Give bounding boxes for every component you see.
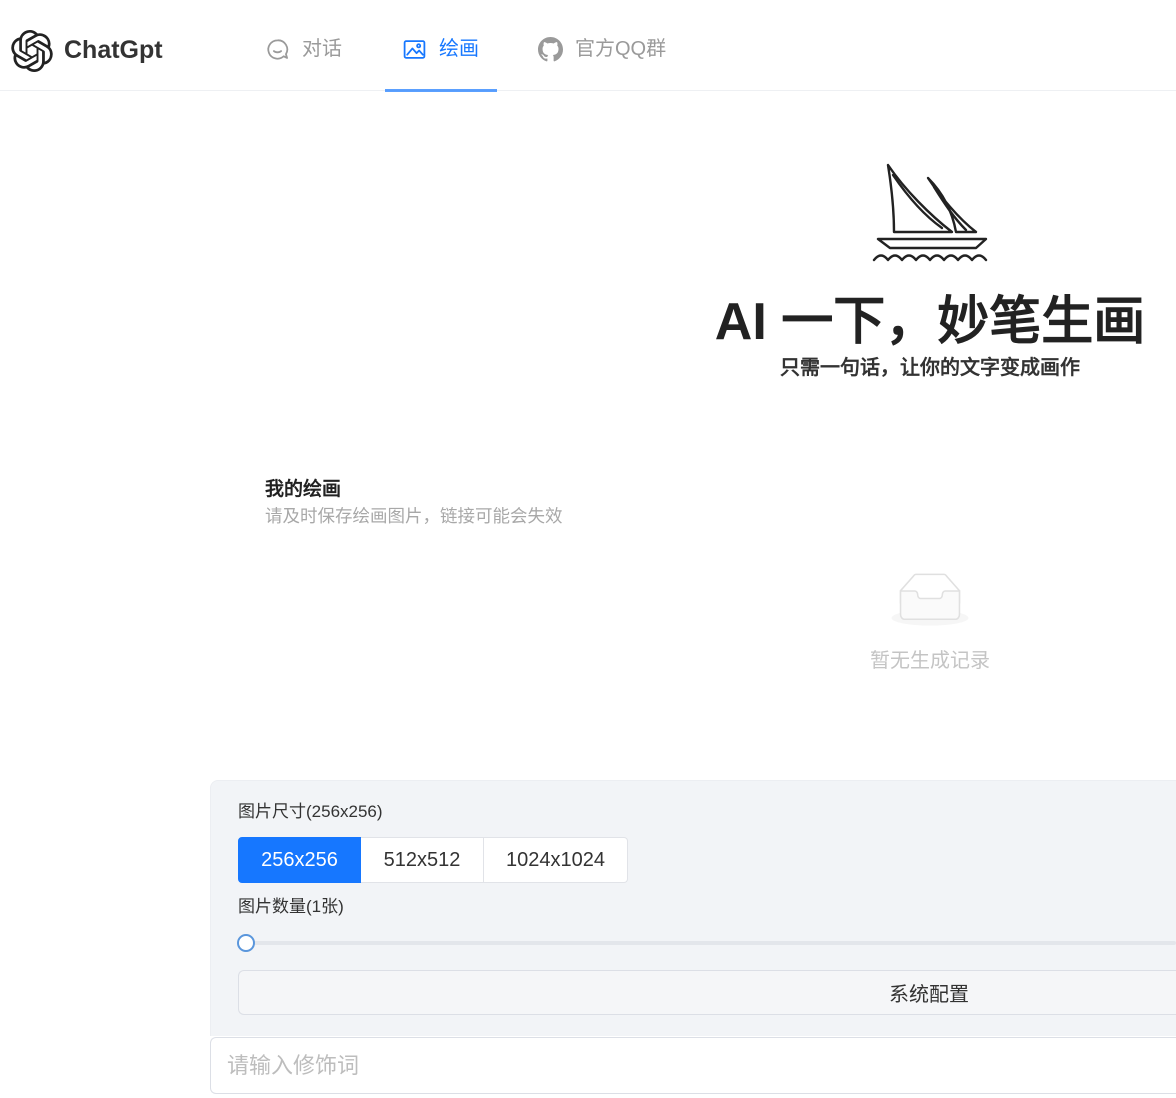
empty-state-text: 暂无生成记录 [870, 650, 990, 672]
count-slider-handle[interactable] [237, 934, 255, 952]
image-icon [402, 37, 427, 62]
image-size-label: 图片尺寸(256x256) [238, 802, 383, 821]
openai-logo-icon[interactable] [11, 30, 53, 72]
nav-tab-label: 官方QQ群 [575, 38, 667, 60]
top-header: ChatGpt 对话 绘画 官方QQ群 [0, 0, 1176, 92]
nav-tab-chat[interactable]: 对话 [265, 36, 342, 62]
inbox-icon [891, 573, 969, 626]
nav-tab-drawing[interactable]: 绘画 [402, 36, 479, 62]
hero-subtitle: 只需一句话，让你的文字变成画作 [780, 357, 1080, 379]
sailboat-icon [872, 163, 988, 262]
count-slider-track[interactable] [246, 941, 1176, 945]
system-config-button[interactable]: 系统配置 [238, 970, 1176, 1015]
size-option-1024[interactable]: 1024x1024 [484, 837, 628, 883]
section-title: 我的绘画 [265, 479, 342, 500]
image-count-slider[interactable] [237, 934, 1176, 952]
section-subtitle: 请及时保存绘画图片，链接可能会失效 [265, 506, 563, 526]
prompt-input[interactable] [210, 1037, 1176, 1094]
github-icon [538, 36, 563, 62]
active-tab-indicator [385, 89, 497, 92]
chat-icon [265, 37, 290, 62]
size-option-512[interactable]: 512x512 [361, 837, 484, 883]
image-count-label: 图片数量(1张) [238, 897, 344, 916]
app-name[interactable]: ChatGpt [64, 34, 163, 66]
nav-tab-qq-group[interactable]: 官方QQ群 [538, 36, 666, 62]
hero-title: AI 一下，妙笔生画 [714, 293, 1146, 351]
image-size-selector: 256x256 512x512 1024x1024 [238, 837, 628, 883]
nav-tab-label: 绘画 [439, 38, 479, 60]
generation-settings-panel: 图片尺寸(256x256) 256x256 512x512 1024x1024 … [210, 780, 1176, 1036]
nav-tab-label: 对话 [302, 38, 342, 60]
size-option-256[interactable]: 256x256 [238, 837, 361, 883]
